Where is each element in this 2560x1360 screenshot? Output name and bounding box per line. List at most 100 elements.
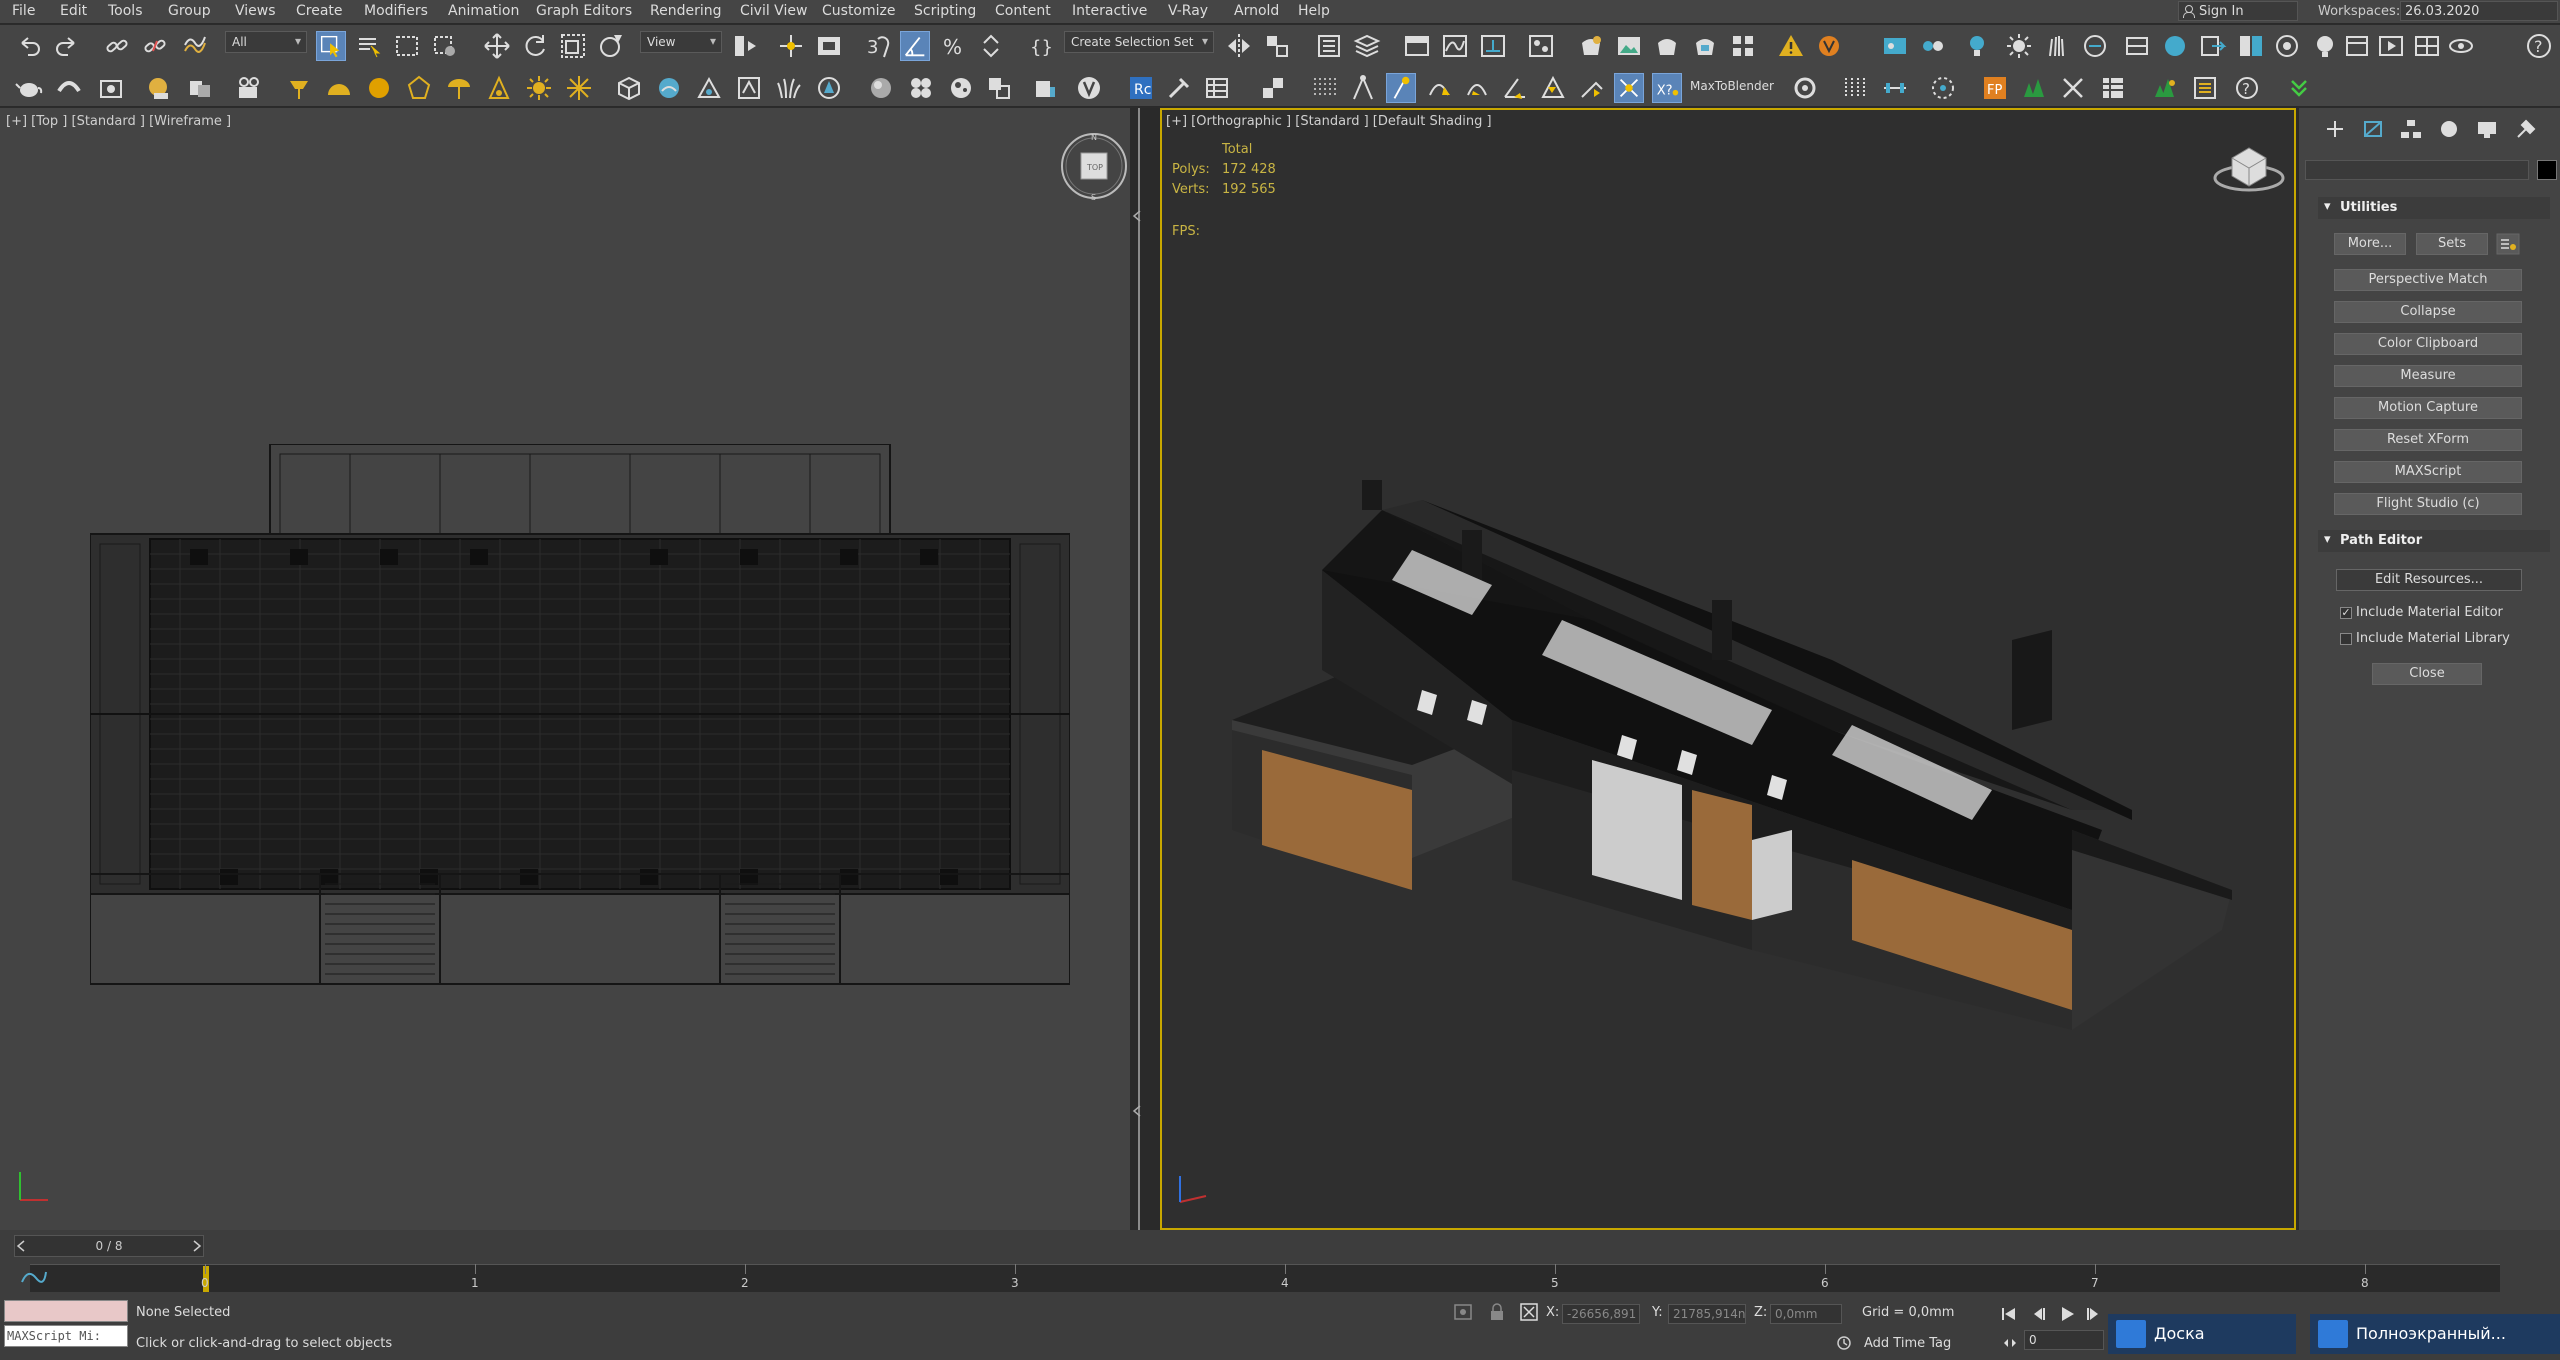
- select-and-manipulate-icon[interactable]: [776, 31, 806, 61]
- vray-camera-icon[interactable]: [144, 73, 174, 103]
- go-to-start-icon[interactable]: [2000, 1306, 2018, 1322]
- time-slider[interactable]: 0 / 8: [14, 1235, 204, 1257]
- rendered-frame-window-icon[interactable]: [1614, 31, 1644, 61]
- toggle-layer-explorer-icon[interactable]: [1352, 31, 1382, 61]
- x-coord-field[interactable]: -26656,891: [1562, 1304, 1640, 1324]
- teapot-icon[interactable]: [14, 73, 44, 103]
- snap-pivot-icon[interactable]: [1348, 73, 1378, 103]
- key-mode-toggle-icon[interactable]: [2002, 1336, 2018, 1350]
- motion-tab-icon[interactable]: [2437, 118, 2461, 140]
- dome-light-icon[interactable]: [324, 73, 354, 103]
- maxscript-mini-listener-input[interactable]: MAXScript Mi:: [4, 1325, 128, 1347]
- vray-scene-converter-icon[interactable]: [2236, 31, 2266, 61]
- absolute-mode-icon[interactable]: [1518, 1302, 1540, 1322]
- timeline-track[interactable]: [30, 1264, 2500, 1292]
- warning-icon[interactable]: [1776, 31, 1806, 61]
- menu-animation[interactable]: Animation: [448, 3, 519, 19]
- taskbar-item-board[interactable]: Доска: [2108, 1314, 2296, 1354]
- more-button[interactable]: More...: [2334, 233, 2406, 255]
- grass-icon[interactable]: [774, 73, 804, 103]
- rotate-icon[interactable]: [520, 31, 550, 61]
- play-icon[interactable]: [2058, 1306, 2076, 1322]
- edit-named-selection-icon[interactable]: {}: [1026, 31, 1056, 61]
- workspace-dropdown[interactable]: 26.03.2020: [2400, 1, 2558, 21]
- vray-fur-icon[interactable]: [2042, 31, 2072, 61]
- sky-light-icon[interactable]: [564, 73, 594, 103]
- utilities-tab-icon[interactable]: [2513, 118, 2537, 140]
- collapse-button[interactable]: Collapse: [2334, 301, 2522, 323]
- measure-button[interactable]: Measure: [2334, 365, 2522, 387]
- select-object-icon[interactable]: [316, 31, 346, 61]
- time-tag-icon[interactable]: [1836, 1335, 1852, 1351]
- y-coord-field[interactable]: 21785,914n: [1668, 1304, 1746, 1324]
- fp-icon[interactable]: FP: [1980, 73, 2010, 103]
- pivot-center-icon[interactable]: [730, 31, 760, 61]
- vray-vfb-history-icon[interactable]: [2376, 31, 2406, 61]
- taskbar-item-fullscreen[interactable]: Полноэкранный...: [2310, 1314, 2560, 1354]
- modify-tab-icon[interactable]: [2361, 118, 2385, 140]
- render-production-icon[interactable]: [1652, 31, 1682, 61]
- snap-vertex-icon[interactable]: [1386, 73, 1416, 103]
- percent-snap-icon[interactable]: %: [938, 31, 968, 61]
- current-frame-field[interactable]: 0: [2024, 1330, 2104, 1350]
- sphere-light-icon[interactable]: [364, 73, 394, 103]
- display-tab-icon[interactable]: [2475, 118, 2499, 140]
- vray-plane-icon[interactable]: [2122, 31, 2152, 61]
- viewport-orthographic[interactable]: [+] [Orthographic ] [Standard ] [Default…: [1160, 108, 2296, 1230]
- move-icon[interactable]: [482, 31, 512, 61]
- vray-proxy-icon[interactable]: [2080, 31, 2110, 61]
- menu-help[interactable]: Help: [1298, 3, 1330, 19]
- viewport-ortho-label[interactable]: [+] [Orthographic ] [Standard ] [Default…: [1166, 114, 1492, 129]
- link-icon[interactable]: [102, 31, 132, 61]
- redo-icon[interactable]: [52, 31, 82, 61]
- vray-frame-buffer-icon[interactable]: [1880, 31, 1910, 61]
- render-grid-icon[interactable]: [1728, 31, 1758, 61]
- blender-icon[interactable]: [1790, 73, 1820, 103]
- viewport-divider[interactable]: [1130, 108, 1160, 1230]
- spacing-tool-icon[interactable]: [1880, 73, 1910, 103]
- keyboard-shortcut-override-icon[interactable]: [814, 31, 844, 61]
- edit-resources-button[interactable]: Edit Resources...: [2336, 569, 2522, 591]
- align-icon[interactable]: [1262, 31, 1292, 61]
- snap-perpendicular-icon[interactable]: [1576, 73, 1606, 103]
- panel-name-field[interactable]: [2305, 160, 2529, 180]
- snap-face-icon[interactable]: [1538, 73, 1568, 103]
- utilities-rollout-header[interactable]: Utilities: [2318, 197, 2550, 219]
- tree-generator-icon[interactable]: [2150, 73, 2180, 103]
- vray-sphere-icon[interactable]: [2160, 31, 2190, 61]
- vray-lister-icon[interactable]: [2272, 31, 2302, 61]
- list-editor-icon[interactable]: [2190, 73, 2220, 103]
- selection-lock-icon[interactable]: [1486, 1302, 1508, 1322]
- vray-render-icon[interactable]: [1814, 31, 1844, 61]
- object-paint-icon[interactable]: [184, 73, 214, 103]
- forest-icon[interactable]: [814, 73, 844, 103]
- scale-icon[interactable]: [558, 31, 588, 61]
- menu-civil-view[interactable]: Civil View: [740, 3, 807, 19]
- render-setup-icon[interactable]: [1576, 31, 1606, 61]
- max-to-blender-label[interactable]: MaxToBlender: [1690, 79, 1774, 93]
- vray-render-elements-icon[interactable]: [2412, 31, 2442, 61]
- curve-editor-icon[interactable]: [1440, 31, 1470, 61]
- snapshot-icon[interactable]: [1928, 73, 1958, 103]
- cross-tool-icon[interactable]: [2058, 73, 2088, 103]
- reference-coordinate-dropdown[interactable]: View: [640, 31, 722, 53]
- menu-graph-editors[interactable]: Graph Editors: [536, 3, 632, 19]
- rectangular-selection-icon[interactable]: [392, 31, 422, 61]
- tools-hammer-icon[interactable]: [1164, 73, 1194, 103]
- railclone-icon[interactable]: Rc: [1126, 73, 1156, 103]
- hierarchy-tab-icon[interactable]: [2399, 118, 2423, 140]
- material-override-icon[interactable]: [984, 73, 1014, 103]
- vray-light-icon[interactable]: [1962, 31, 1992, 61]
- collapse-arrow-icon[interactable]: [1132, 210, 1142, 222]
- isolate-selection-icon[interactable]: [1452, 1302, 1474, 1322]
- named-selection-set-dropdown[interactable]: Create Selection Set: [1064, 31, 1214, 53]
- paint-bucket-icon[interactable]: [1030, 73, 1060, 103]
- viewport-top-label[interactable]: [+] [Top ] [Standard ] [Wireframe ]: [6, 114, 231, 129]
- spinner-snap-icon[interactable]: [976, 31, 1006, 61]
- schematic-view-icon[interactable]: [1478, 31, 1508, 61]
- menu-arnold[interactable]: Arnold: [1234, 3, 1279, 19]
- scatter-icon[interactable]: [734, 73, 764, 103]
- snap-axis-constraint-icon[interactable]: [1614, 73, 1644, 103]
- snap-midpoint-icon[interactable]: [1462, 73, 1492, 103]
- sphere-primitive-icon[interactable]: [654, 73, 684, 103]
